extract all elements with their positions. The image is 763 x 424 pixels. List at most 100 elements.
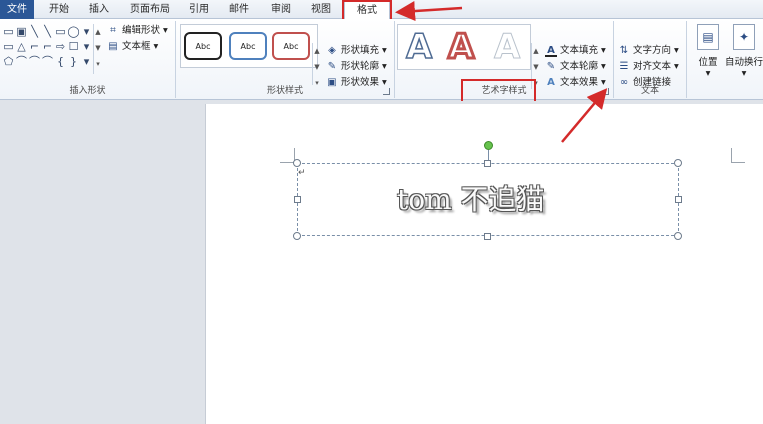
paint-bucket-icon: ◈ (328, 44, 336, 56)
dropdown-arrow-icon: ▾ (382, 77, 387, 88)
dropdown-arrow-icon: ▾ (674, 61, 679, 72)
shape-item-17[interactable]: ⌒ (41, 54, 54, 69)
position-button[interactable]: ▤ 位置 ▾ (690, 24, 726, 84)
resize-handle-right[interactable] (675, 196, 682, 203)
dropdown-arrow-icon: ▾ (382, 45, 387, 56)
text-box-button[interactable]: ▤ 文本框 ▾ (107, 39, 158, 54)
edit-shape-label: 编辑形状 (122, 25, 161, 36)
tab-file[interactable]: 文件 (0, 0, 34, 19)
shape-item-11[interactable]: ⇨ (54, 39, 67, 54)
shape-item-1[interactable]: ▣ (15, 24, 28, 39)
tab-insert[interactable]: 插入 (80, 0, 118, 19)
shape-item-19[interactable]: } (67, 54, 80, 69)
shape-item-3[interactable]: ╲ (41, 24, 54, 39)
create-link-button[interactable]: ∞ 创建链接 (618, 75, 671, 90)
align-text-button[interactable]: ☰ 对齐文本 ▾ (618, 59, 679, 74)
dropdown-arrow-icon: ▾ (163, 25, 168, 36)
dropdown-arrow-icon: ▾ (382, 61, 387, 72)
resize-handle-top-right[interactable] (674, 159, 682, 167)
anchor-icon: ↵ (298, 168, 306, 178)
tab-review[interactable]: 审阅 (262, 0, 300, 19)
shape-item-18[interactable]: { (54, 54, 67, 69)
resize-handle-top[interactable] (484, 160, 491, 167)
tab-view[interactable]: 视图 (302, 0, 340, 19)
resize-handle-bottom[interactable] (484, 233, 491, 240)
dropdown-arrow-icon: ▾ (601, 45, 606, 56)
shape-style-sample-2[interactable]: Abc (229, 32, 267, 60)
resize-handle-bottom-left[interactable] (293, 232, 301, 240)
shape-item-12[interactable]: ☐ (67, 39, 80, 54)
shape-fill-label: 形状填充 (341, 45, 380, 56)
page-corner-mark (731, 162, 745, 163)
shape-item-10[interactable]: ⌐ (41, 39, 54, 54)
text-box-label: 文本框 (122, 41, 151, 52)
text-outline-icon: ✎ (546, 60, 556, 72)
text-fill-label: 文本填充 (560, 45, 599, 56)
group-separator (686, 21, 687, 98)
tab-mailings[interactable]: 邮件 (220, 0, 258, 19)
shape-item-4[interactable]: ▭ (54, 24, 67, 39)
text-effects-icon: A (547, 76, 555, 88)
text-fill-icon: A (545, 45, 557, 57)
tab-references[interactable]: 引用 (180, 0, 218, 19)
text-outline-label: 文本轮廓 (560, 61, 599, 72)
shape-item-13[interactable]: ▾ (80, 39, 93, 54)
create-link-label: 创建链接 (633, 77, 672, 88)
ribbon: ▭ ▣ ╲ ╲ ▭ ◯ ▾ ▭ △ ⌐ ⌐ ⇨ ☐ ▾ ⬠ ⌒ ⌒ ⌒{} ▾ ▲ ▼ ▾ ⌗ 编辑形状 ▾ ▤ 文本框… (0, 19, 763, 100)
resize-handle-top-left[interactable] (293, 159, 301, 167)
text-effects-label: 文本效果 (560, 77, 599, 88)
resize-handle-left[interactable] (294, 196, 301, 203)
wordart-text[interactable]: tom 不追猫 (397, 177, 597, 223)
shape-fill-button[interactable]: ◈ 形状填充 ▾ (326, 43, 387, 58)
edit-shape-button[interactable]: ⌗ 编辑形状 ▾ (107, 23, 168, 38)
wrap-text-icon: ✦ (733, 24, 755, 50)
document-page[interactable] (205, 104, 763, 424)
wrap-text-button[interactable]: ✦ 自动换行 ▾ (724, 24, 763, 84)
shape-effects-button[interactable]: ▣ 形状效果 ▾ (326, 75, 387, 90)
text-direction-button[interactable]: ⇅ 文字方向 ▾ (618, 43, 679, 58)
text-outline-button[interactable]: ✎ 文本轮廓 ▾ (545, 59, 606, 74)
shape-outline-label: 形状轮廓 (341, 61, 380, 72)
resize-handle-bottom-right[interactable] (674, 232, 682, 240)
wordart-sample-1[interactable]: A (405, 26, 433, 68)
shape-item-5[interactable]: ◯ (67, 24, 80, 39)
shape-item-9[interactable]: ⌐ (28, 39, 41, 54)
group-insert-shapes: ▭ ▣ ╲ ╲ ▭ ◯ ▾ ▭ △ ⌐ ⌐ ⇨ ☐ ▾ ⬠ ⌒ ⌒ ⌒{} ▾ ▲ ▼ ▾ ⌗ 编辑形状 ▾ ▤ 文本框… (0, 19, 175, 100)
shape-styles-scroll[interactable]: ▲ ▼ ▾ (312, 43, 321, 87)
align-text-icon: ☰ (619, 60, 629, 72)
position-icon: ▤ (697, 24, 719, 50)
shape-item-0[interactable]: ▭ (2, 24, 15, 39)
dropdown-arrow-icon: ▾ (674, 45, 679, 56)
shape-item-14[interactable]: ⬠ (2, 54, 15, 69)
shape-item-8[interactable]: △ (15, 39, 28, 54)
shape-outline-button[interactable]: ✎ 形状轮廓 ▾ (326, 59, 387, 74)
wordart-sample-2[interactable]: A (446, 26, 475, 69)
shape-item-2[interactable]: ╲ (28, 24, 41, 39)
shapes-gallery-scroll[interactable]: ▲ ▼ ▾ (93, 24, 102, 74)
text-fill-button[interactable]: A 文本填充 ▾ (545, 43, 606, 58)
group-label-insert-shapes: 插入形状 (69, 86, 106, 96)
text-box-icon: ▤ (108, 40, 118, 52)
rotate-handle[interactable] (484, 141, 493, 150)
tab-home[interactable]: 开始 (40, 0, 78, 19)
shape-style-sample-1[interactable]: Abc (184, 32, 222, 60)
text-direction-label: 文字方向 (633, 45, 672, 56)
page-corner-mark (280, 162, 294, 163)
shape-item-6[interactable]: ▾ (80, 24, 93, 39)
dropdown-arrow-icon: ▾ (705, 68, 711, 79)
tab-page-layout[interactable]: 页面布局 (122, 0, 178, 19)
shapes-gallery[interactable]: ▭ ▣ ╲ ╲ ▭ ◯ ▾ ▭ △ ⌐ ⌐ ⇨ ☐ ▾ ⬠ ⌒ ⌒ ⌒{} ▾ (2, 24, 94, 76)
shape-style-sample-3[interactable]: Abc (272, 32, 310, 60)
shape-item-16[interactable]: ⌒ (28, 54, 41, 69)
text-effects-button[interactable]: A 文本效果 ▾ (545, 75, 606, 90)
shape-item-15[interactable]: ⌒ (15, 54, 28, 69)
shape-item-7[interactable]: ▭ (2, 39, 15, 54)
shape-item-20[interactable]: ▾ (80, 54, 93, 69)
text-direction-icon: ⇅ (619, 44, 629, 56)
page-corner-mark (731, 148, 732, 162)
dropdown-arrow-icon: ▾ (153, 41, 159, 52)
dropdown-arrow-icon: ▾ (741, 68, 747, 79)
wordart-sample-3[interactable]: A (493, 27, 520, 68)
dropdown-arrow-icon: ▾ (601, 61, 606, 72)
wordart-gallery: A A A (397, 24, 531, 70)
